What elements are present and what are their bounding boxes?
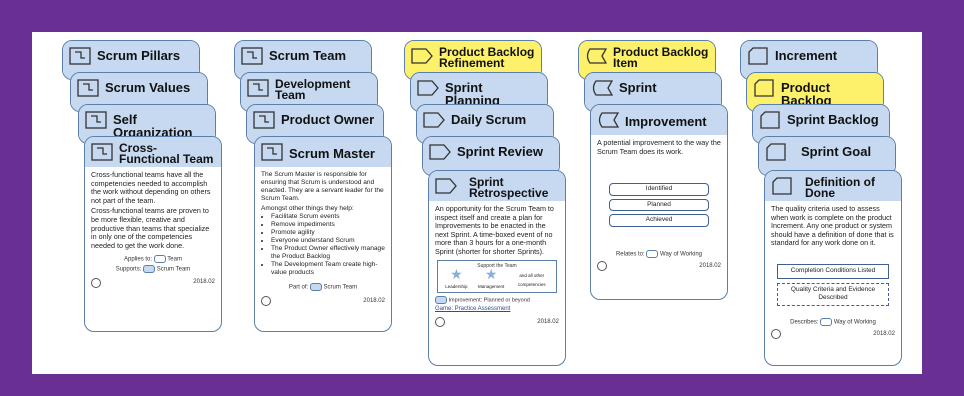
star-icon: ★	[484, 266, 498, 283]
card-body: The Scrum Master is responsible for ensu…	[255, 167, 391, 310]
list-item: The Development Team create high-value p…	[271, 261, 385, 277]
card-title: Product Backlog Refinement	[439, 45, 535, 70]
essence-logo-icon	[261, 295, 271, 306]
list-item: Remove impediments	[271, 221, 385, 229]
improvement-row: Improvement: Planned or beyond	[435, 296, 559, 305]
work-product-doc-icon	[765, 143, 787, 161]
card-title: Cross-Functional Team	[119, 141, 214, 166]
card-body: Cross-functional teams have all the comp…	[85, 167, 221, 292]
management-star: ★ Management	[477, 266, 505, 289]
card-title: Sprint	[619, 80, 657, 95]
list-item: Everyone understand Scrum	[271, 237, 385, 245]
card-description: An opportunity for the Scrum Team to ins…	[435, 204, 554, 256]
help-list: Facilitate Scrum events Remove impedimen…	[261, 213, 385, 277]
work-product-icon	[585, 47, 607, 65]
card-title: Sprint Retrospective	[469, 175, 549, 200]
list-item: The Product Owner effectively manage the…	[271, 245, 385, 261]
card-title: Scrum Team	[269, 48, 347, 63]
activity-icon	[435, 177, 457, 195]
version-label: 2018.02	[873, 330, 895, 337]
alpha-icon	[241, 47, 263, 65]
game-link[interactable]: Game: Practice Assessment	[435, 305, 559, 314]
card-title: Scrum Master	[289, 146, 375, 161]
state-planned[interactable]: Planned	[609, 198, 709, 212]
star-icon: ★	[450, 266, 463, 283]
card-body: An opportunity for the Scrum Team to ins…	[429, 201, 565, 331]
state-achieved[interactable]: Achieved	[609, 214, 709, 227]
work-product-icon	[597, 111, 619, 129]
leadership-star: ★ Leadership	[445, 266, 468, 289]
others-label: and all other competencies	[517, 273, 546, 287]
relates-to-row: Relates to: Way of Working	[615, 249, 703, 258]
card-body: A potential improvement to the way the S…	[591, 135, 727, 275]
card-cross-functional-team[interactable]: Cross-Functional Team Cross-functional t…	[84, 136, 222, 332]
work-product-doc-icon	[771, 177, 793, 195]
scrum-team-pill-icon	[143, 264, 156, 273]
card-title: Scrum Pillars	[97, 48, 181, 63]
card-description: Amongst other things they help:	[261, 205, 354, 212]
work-product-icon	[591, 79, 613, 97]
purple-frame: Scrum Pillars Scrum Values Self Organiza…	[0, 0, 964, 396]
card-title: Development Team	[275, 77, 351, 102]
version-label: 2018.02	[537, 318, 559, 325]
team-pill-icon	[153, 255, 166, 264]
version-label: 2018.02	[699, 262, 721, 269]
scrum-team-pill-icon	[309, 283, 322, 291]
card-description: The Scrum Master is responsible for ensu…	[261, 171, 384, 202]
card-description: Cross-functional teams are proven to be …	[91, 206, 210, 250]
card-title: Sprint Backlog	[787, 112, 879, 127]
list-item: Promote agility	[271, 229, 385, 237]
version-label: 2018.02	[363, 297, 385, 304]
alpha-icon	[253, 111, 275, 129]
alpha-icon	[69, 47, 91, 65]
essence-logo-icon	[771, 328, 781, 339]
essence-logo-icon	[597, 261, 607, 272]
list-item: Facilitate Scrum events	[271, 213, 385, 221]
improvement-pill-icon	[435, 296, 447, 305]
card-sprint-retrospective[interactable]: Sprint Retrospective An opportunity for …	[428, 170, 566, 366]
activity-icon	[411, 47, 433, 65]
alpha-icon	[85, 111, 107, 129]
card-title: Increment	[775, 48, 838, 63]
condition-completion[interactable]: Completion Conditions Listed	[777, 263, 889, 279]
card-description: A potential improvement to the way the S…	[597, 138, 721, 156]
way-of-working-pill-icon	[820, 317, 833, 326]
condition-quality[interactable]: Quality Criteria and Evidence Described	[777, 282, 889, 306]
card-description: Cross-functional teams have all the comp…	[91, 170, 211, 205]
essence-logo-icon	[91, 277, 101, 288]
card-title: Sprint Goal	[801, 144, 872, 159]
way-of-working-pill-icon	[646, 249, 659, 258]
state-identified[interactable]: Identified	[609, 183, 709, 196]
activity-icon	[417, 79, 439, 97]
activity-icon	[429, 143, 451, 161]
card-title: Product Backlog Item	[613, 45, 709, 70]
competency-box: Support the Team ★ Leadership ★ Management…	[437, 259, 557, 294]
version-label: 2018.02	[193, 279, 215, 286]
card-definition-of-done[interactable]: Definition of Done The quality criteria …	[764, 170, 902, 366]
alpha-icon	[91, 143, 113, 161]
part-of-row: Part of: Scrum Team	[288, 283, 358, 291]
card-body: The quality criteria used to assess when…	[765, 201, 901, 343]
work-product-doc-icon	[753, 79, 775, 97]
card-improvement[interactable]: Improvement A potential improvement to t…	[590, 104, 728, 300]
supports-row: Supports: Scrum Team	[115, 264, 191, 273]
applies-to-row: Applies to: Team	[124, 255, 182, 264]
card-board: Scrum Pillars Scrum Values Self Organiza…	[32, 32, 922, 374]
card-title: Sprint Review	[457, 144, 543, 159]
alpha-icon	[247, 79, 269, 97]
card-title: Improvement	[625, 114, 707, 129]
work-product-doc-icon	[759, 111, 781, 129]
card-scrum-master[interactable]: Scrum Master The Scrum Master is respons…	[254, 136, 392, 332]
card-title: Scrum Values	[105, 80, 191, 95]
alpha-icon	[77, 79, 99, 97]
alpha-icon	[261, 143, 283, 161]
card-title: Product Owner	[281, 112, 375, 127]
card-title: Definition of Done	[805, 175, 875, 200]
activity-icon	[423, 111, 445, 129]
card-description: The quality criteria used to assess when…	[771, 204, 894, 248]
work-product-doc-icon	[747, 47, 769, 65]
essence-logo-icon	[435, 316, 445, 327]
card-title: Daily Scrum	[451, 112, 527, 127]
describes-row: Describes: Way of Working	[790, 317, 876, 326]
